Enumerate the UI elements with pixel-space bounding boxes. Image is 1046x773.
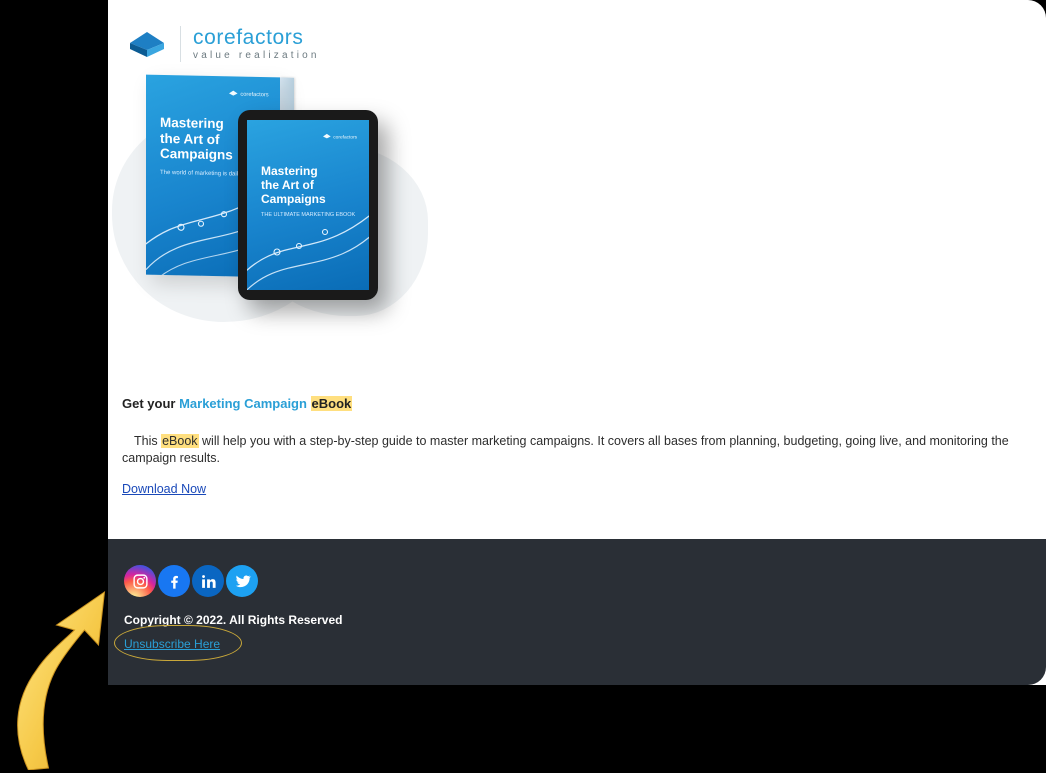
twitter-icon[interactable] — [226, 565, 258, 597]
cta-headline-highlight: eBook — [311, 396, 353, 411]
download-link[interactable]: Download Now — [122, 482, 206, 496]
social-links — [124, 565, 1030, 597]
logo-divider — [180, 26, 181, 62]
hero-graphic: corefactors Mastering the Art of Campaig… — [118, 72, 438, 362]
facebook-icon[interactable] — [158, 565, 190, 597]
email-card: corefactors value realization corefactor… — [108, 0, 1046, 685]
cta-headline: Get your Marketing Campaign eBook — [122, 396, 1032, 411]
cta-body: This eBook will help you with a step-by-… — [122, 433, 1032, 467]
brand-logo: corefactors value realization — [126, 26, 1032, 62]
ebook-tablet-mockup: corefactors Mastering the Art of Campaig… — [238, 110, 378, 300]
brand-tagline: value realization — [193, 50, 320, 61]
footer: Copyright © 2022. All Rights Reserved Un… — [108, 539, 1046, 685]
cta-body-pre: This — [134, 434, 161, 448]
cta-headline-mc: Marketing Campaign — [179, 396, 310, 411]
cta-headline-pre: Get your — [122, 396, 179, 411]
instagram-icon[interactable] — [124, 565, 156, 597]
linkedin-icon[interactable] — [192, 565, 224, 597]
cta-block: Get your Marketing Campaign eBook This e… — [122, 396, 1032, 496]
screen-illustration-icon — [247, 120, 369, 290]
unsubscribe-link[interactable]: Unsubscribe Here — [124, 637, 220, 651]
cta-body-post: will help you with a step-by-step guide … — [122, 434, 1009, 465]
annotation-arrow-icon — [4, 570, 119, 770]
brand-text: corefactors value realization — [193, 27, 320, 61]
cta-body-highlight: eBook — [161, 434, 198, 448]
brand-name: corefactors — [193, 27, 320, 48]
copyright-text: Copyright © 2022. All Rights Reserved — [124, 613, 1030, 627]
corefactors-mark-icon — [126, 26, 168, 62]
